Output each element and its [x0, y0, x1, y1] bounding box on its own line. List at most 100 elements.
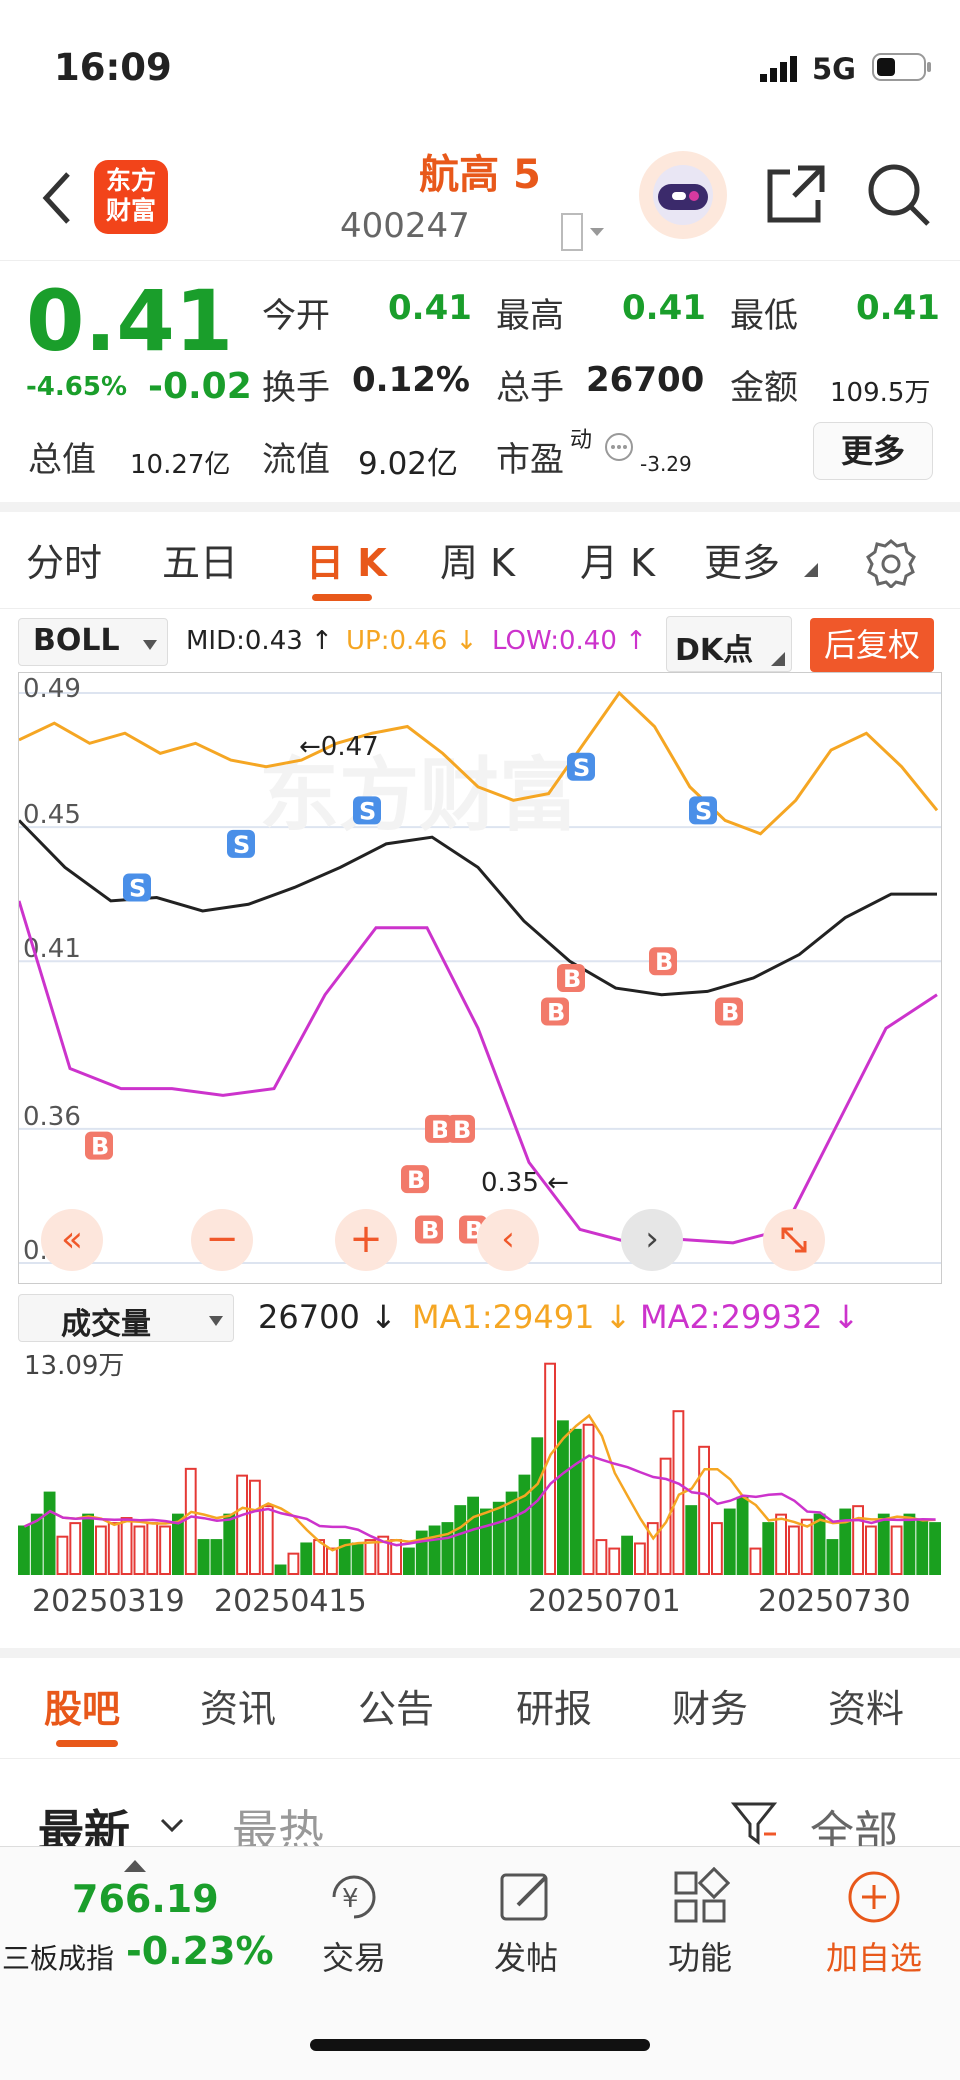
- volume-bar: [890, 1525, 903, 1575]
- settings-gear-icon[interactable]: [866, 538, 916, 590]
- buy-marker[interactable]: B: [415, 1215, 443, 1244]
- back-icon[interactable]: [38, 168, 78, 228]
- buy-marker[interactable]: B: [541, 997, 569, 1027]
- svg-text:B: B: [721, 999, 739, 1027]
- tab-news[interactable]: 资讯: [200, 1678, 276, 1733]
- volume-bar: [133, 1525, 146, 1575]
- tab-intraday[interactable]: 分时: [26, 532, 102, 587]
- trade-label: 交易: [321, 1939, 386, 1977]
- sell-marker[interactable]: S: [353, 796, 381, 825]
- volume-bar: [813, 1513, 826, 1575]
- volume-indicator-select[interactable]: 成交量: [18, 1294, 234, 1342]
- boll-chart[interactable]: 东方财富 0.490.450.410.360.32 SSSSSBBBBBBBBB…: [17, 672, 942, 1284]
- tab-announcements[interactable]: 公告: [358, 1678, 434, 1733]
- volume-bar: [595, 1539, 608, 1575]
- index-ticker[interactable]: 766.19 三板成指 -0.23%: [0, 1847, 274, 2027]
- indicator-select[interactable]: BOLL: [18, 618, 168, 666]
- volume-bar: [865, 1525, 877, 1575]
- sell-marker[interactable]: S: [689, 796, 717, 825]
- tab-monthly-k[interactable]: 月 K: [580, 532, 655, 587]
- svg-text:B: B: [655, 948, 673, 976]
- dk-point-select[interactable]: DK点: [666, 616, 792, 672]
- post-button[interactable]: 发帖: [466, 1867, 586, 1979]
- tab-profile[interactable]: 资料: [828, 1678, 904, 1733]
- sell-marker[interactable]: S: [227, 829, 255, 859]
- volume-bar: [518, 1474, 531, 1576]
- volume-bar: [826, 1539, 839, 1575]
- zoom-in-button[interactable]: +: [335, 1209, 397, 1271]
- date-tick: 20250319: [32, 1584, 185, 1619]
- tab-more[interactable]: 更多: [704, 532, 780, 587]
- share-icon[interactable]: [764, 162, 828, 226]
- trade-button[interactable]: ¥ 交易: [294, 1867, 414, 1979]
- add-watchlist-button[interactable]: 加自选: [814, 1867, 934, 1979]
- buy-marker[interactable]: B: [649, 947, 677, 976]
- volume-bar: [711, 1522, 723, 1575]
- svg-text:S: S: [695, 797, 712, 825]
- tab-research[interactable]: 研报: [516, 1678, 592, 1733]
- fullscreen-expand-icon[interactable]: [763, 1209, 825, 1271]
- zoom-out-button[interactable]: −: [191, 1209, 253, 1271]
- volume-bar: [441, 1522, 454, 1575]
- float-value: 9.02亿: [358, 446, 459, 482]
- svg-text:B: B: [421, 1216, 439, 1244]
- tab-five-day[interactable]: 五日: [162, 532, 238, 587]
- scroll-left-fast-button[interactable]: «: [41, 1209, 103, 1271]
- volume-label: 成交量: [61, 1307, 151, 1342]
- add-watchlist-label: 加自选: [825, 1939, 922, 1977]
- buy-marker[interactable]: B: [447, 1114, 475, 1144]
- volume-chart-svg: 13.09万: [18, 1351, 942, 1576]
- tab-weekly-k[interactable]: 周 K: [440, 532, 515, 587]
- robot-avatar-icon[interactable]: [636, 148, 730, 242]
- sell-marker[interactable]: S: [567, 752, 595, 782]
- y-tick-label: 0.49: [23, 674, 81, 704]
- search-icon[interactable]: [866, 162, 932, 228]
- volume-bar: [929, 1522, 942, 1575]
- date-tick: 20250701: [528, 1584, 681, 1619]
- volume-bar: [634, 1542, 646, 1576]
- amount-value: 109.5万: [830, 378, 931, 408]
- scroll-right-button[interactable]: ›: [621, 1209, 683, 1271]
- volume-bar: [621, 1535, 634, 1575]
- sell-marker[interactable]: S: [123, 873, 151, 902]
- chevron-down-icon: [209, 1313, 223, 1332]
- adjust-button[interactable]: 后复权: [810, 618, 934, 672]
- app-logo: 东方 财富: [94, 160, 168, 234]
- volume-bar: [788, 1525, 800, 1575]
- change-value: -0.02: [148, 366, 252, 407]
- bottom-bar: 766.19 三板成指 -0.23% ¥ 交易 发帖 功能 加自选: [0, 1846, 960, 2080]
- info-icon[interactable]: [604, 432, 634, 462]
- tab-finance[interactable]: 财务: [672, 1678, 748, 1733]
- volume-bar: [480, 1508, 492, 1576]
- volume-bar: [364, 1539, 377, 1575]
- more-button[interactable]: 更多: [813, 422, 933, 480]
- volume-bar: [249, 1479, 261, 1575]
- series-line-mid: [17, 819, 937, 997]
- volume-ma2-value: MA2:29932: [640, 1298, 823, 1336]
- tab-daily-k[interactable]: 日 K: [306, 532, 387, 587]
- function-button[interactable]: 功能: [640, 1866, 760, 1979]
- index-value: 766.19: [72, 1877, 219, 1921]
- volume-bar: [120, 1517, 133, 1575]
- market-dropdown-icon[interactable]: [560, 212, 610, 252]
- tab-guba[interactable]: 股吧: [44, 1678, 120, 1733]
- volume-bar: [43, 1491, 56, 1575]
- filter-icon[interactable]: [730, 1800, 780, 1846]
- stock-code: 400247: [340, 206, 470, 246]
- volume-bar: [287, 1552, 300, 1576]
- scroll-left-button[interactable]: ‹: [477, 1209, 539, 1271]
- svg-text:B: B: [407, 1166, 425, 1194]
- nav-bar: 东方 财富 航高 5 400247: [0, 130, 960, 261]
- volume-current: 26700 ↓: [258, 1298, 397, 1336]
- volume-bar: [467, 1496, 479, 1576]
- edit-icon: [496, 1867, 556, 1927]
- svg-text:S: S: [129, 874, 146, 902]
- buy-marker[interactable]: B: [715, 997, 743, 1027]
- index-change: -0.23%: [126, 1929, 274, 1973]
- volume-bar: [18, 1525, 30, 1575]
- buy-marker[interactable]: B: [401, 1165, 429, 1194]
- buy-marker[interactable]: B: [557, 964, 585, 993]
- buy-marker[interactable]: B: [85, 1131, 113, 1161]
- volume-chart[interactable]: 13.09万: [18, 1346, 942, 1582]
- current-price: 0.41: [26, 272, 234, 370]
